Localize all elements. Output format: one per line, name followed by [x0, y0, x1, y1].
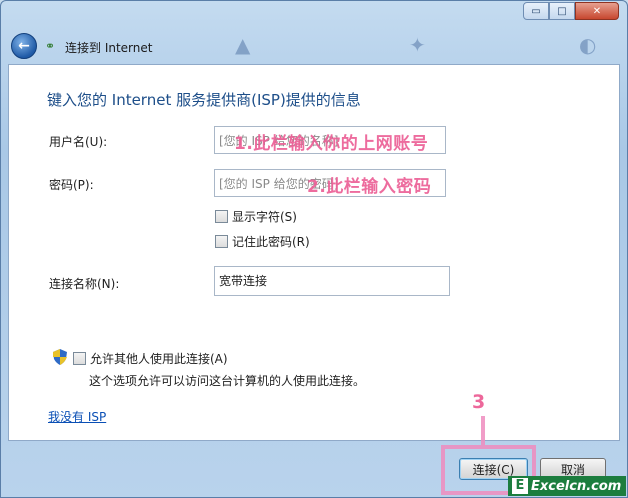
decor-icon: ▲ — [235, 33, 251, 57]
watermark-logo-icon: E — [512, 478, 528, 494]
caption-buttons: ▭ □ ✕ — [523, 2, 619, 20]
username-label: 用户名(U): — [49, 135, 108, 149]
conn-name-input[interactable]: 宽带连接 — [214, 266, 450, 296]
nav-title: 连接到 Internet — [65, 41, 153, 55]
page-heading: 键入您的 Internet 服务提供商(ISP)提供的信息 — [47, 91, 361, 109]
allow-others-note: 这个选项允许可以访问这台计算机的人使用此连接。 — [89, 374, 366, 388]
allow-others-row[interactable]: 允许其他人使用此连接(A) — [73, 350, 228, 367]
watermark-text: Excelcn.com — [531, 478, 622, 494]
no-isp-link[interactable]: 我没有 ISP — [48, 408, 106, 425]
site-watermark: E Excelcn.com — [508, 476, 626, 496]
annotation-pointer — [481, 416, 485, 445]
annotation-step3: 3 — [472, 391, 486, 413]
uac-shield-icon — [53, 349, 67, 365]
remember-pw-row[interactable]: 记住此密码(R) — [215, 233, 310, 250]
close-button[interactable]: ✕ — [575, 2, 619, 20]
password-label: 密码(P): — [49, 178, 94, 192]
network-connection-icon: ⚭ — [45, 39, 56, 53]
show-chars-label: 显示字符(S) — [232, 210, 297, 224]
show-chars-row[interactable]: 显示字符(S) — [215, 208, 297, 225]
annotation-step1: 1.此栏输入你的上网账号 — [234, 134, 429, 154]
allow-others-label: 允许其他人使用此连接(A) — [90, 352, 228, 366]
minimize-button[interactable]: ▭ — [523, 2, 549, 20]
content-panel: 键入您的 Internet 服务提供商(ISP)提供的信息 用户名(U): [您… — [8, 64, 620, 441]
remember-pw-checkbox[interactable] — [215, 235, 228, 248]
back-arrow-icon: ← — [18, 38, 30, 54]
nav-bar: ← ⚭ 连接到 Internet ▲ ✦ ◐ — [9, 31, 621, 61]
back-button[interactable]: ← — [11, 33, 37, 59]
annotation-step2: 2.此栏输入密码 — [307, 177, 432, 197]
conn-name-label: 连接名称(N): — [49, 277, 120, 291]
decor-icon: ◐ — [579, 33, 597, 57]
window-title — [166, 9, 386, 23]
maximize-button[interactable]: □ — [549, 2, 575, 20]
allow-others-checkbox[interactable] — [73, 352, 86, 365]
remember-pw-label: 记住此密码(R) — [232, 235, 310, 249]
decor-icon: ✦ — [409, 33, 426, 57]
show-chars-checkbox[interactable] — [215, 210, 228, 223]
